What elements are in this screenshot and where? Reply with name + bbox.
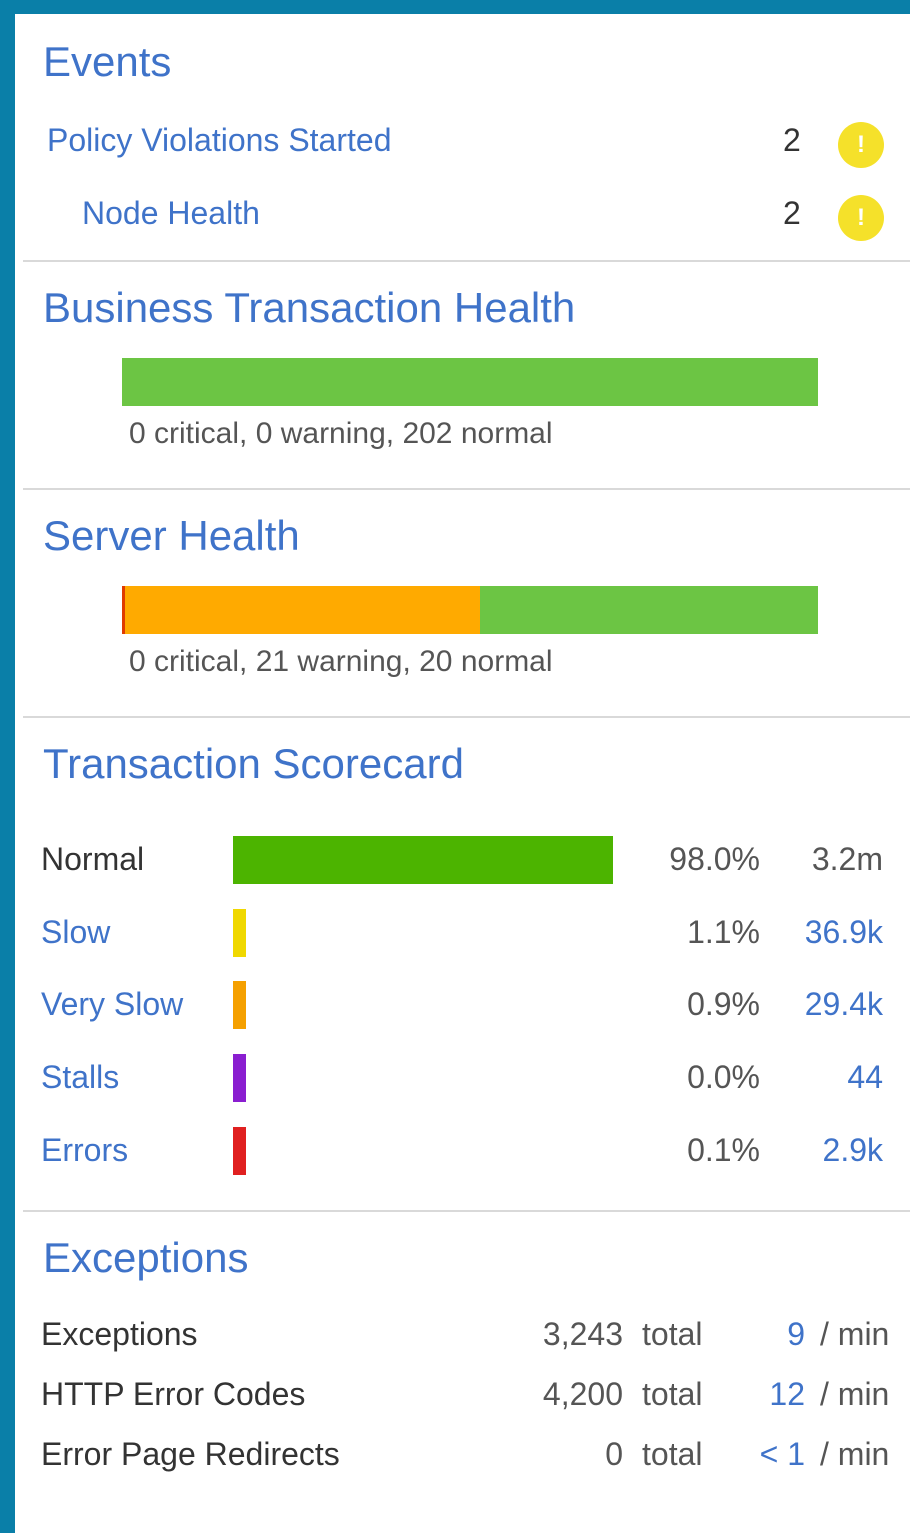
- scorecard-percent-errors: 0.1%: [687, 1132, 760, 1168]
- server-health-title[interactable]: Server Health: [43, 512, 300, 560]
- exceptions-label-error-page-redirects: Error Page Redirects: [41, 1436, 340, 1472]
- event-item-node-health[interactable]: Node Health: [82, 195, 260, 232]
- exceptions-total-word: total: [642, 1316, 703, 1352]
- scorecard-bar-very-slow: [233, 981, 246, 1029]
- bt-health-bar[interactable]: [122, 358, 818, 406]
- scorecard-bar-normal: [233, 836, 613, 884]
- scorecard-count-slow[interactable]: 36.9k: [805, 914, 883, 951]
- scorecard-count-normal: 3.2m: [811, 841, 883, 877]
- scorecard-title[interactable]: Transaction Scorecard: [43, 740, 464, 788]
- exceptions-label-exceptions: Exceptions: [41, 1316, 198, 1352]
- scorecard-label-errors[interactable]: Errors: [41, 1132, 128, 1169]
- exceptions-per-min: / min: [820, 1376, 890, 1412]
- exceptions-label-http-error-codes: HTTP Error Codes: [41, 1376, 306, 1412]
- scorecard-percent-normal: 98.0%: [669, 841, 760, 877]
- server-health-normal-segment: [479, 586, 818, 634]
- scorecard-percent-very-slow: 0.9%: [687, 986, 760, 1022]
- exceptions-title[interactable]: Exceptions: [43, 1234, 248, 1282]
- divider: [23, 488, 910, 490]
- event-count-policy-violations: 2: [783, 122, 801, 158]
- scorecard-count-very-slow[interactable]: 29.4k: [805, 986, 883, 1023]
- scorecard-label-stalls[interactable]: Stalls: [41, 1059, 119, 1096]
- scorecard-bar-slow: [233, 909, 246, 957]
- scorecard-label-slow[interactable]: Slow: [41, 914, 110, 951]
- server-health-bar[interactable]: [122, 586, 818, 634]
- divider: [23, 260, 910, 262]
- divider: [23, 1210, 910, 1212]
- scorecard-bar-errors: [233, 1127, 246, 1175]
- events-title[interactable]: Events: [43, 38, 171, 86]
- bt-health-normal-segment: [122, 358, 818, 406]
- exceptions-per-min: / min: [820, 1436, 890, 1472]
- bt-health-title[interactable]: Business Transaction Health: [43, 284, 575, 332]
- server-health-summary: 0 critical, 21 warning, 20 normal: [129, 645, 553, 678]
- exceptions-total-exceptions: 3,243: [542, 1316, 623, 1352]
- exceptions-total-error-page-redirects: 0: [605, 1436, 623, 1472]
- exceptions-rate-http-error-codes[interactable]: 12: [769, 1376, 805, 1413]
- exceptions-rate-exceptions[interactable]: 9: [787, 1316, 805, 1353]
- exceptions-total-word: total: [642, 1376, 703, 1412]
- event-count-node-health: 2: [783, 195, 801, 231]
- server-health-warning-segment: [125, 586, 480, 634]
- bt-health-summary: 0 critical, 0 warning, 202 normal: [129, 417, 553, 450]
- scorecard-percent-stalls: 0.0%: [687, 1059, 760, 1095]
- dashboard-panel: Events Policy Violations Started 2 ! Nod…: [15, 14, 910, 1533]
- exceptions-per-min: / min: [820, 1316, 890, 1352]
- scorecard-label-normal: Normal: [41, 841, 145, 877]
- scorecard-count-errors[interactable]: 2.9k: [823, 1132, 883, 1169]
- scorecard-bar-stalls: [233, 1054, 246, 1102]
- event-item-policy-violations[interactable]: Policy Violations Started: [47, 122, 391, 159]
- scorecard-count-stalls[interactable]: 44: [847, 1059, 883, 1096]
- exceptions-rate-error-page-redirects[interactable]: < 1: [760, 1436, 805, 1473]
- scorecard-label-very-slow[interactable]: Very Slow: [41, 986, 183, 1023]
- warning-icon: !: [838, 195, 884, 241]
- exceptions-total-http-error-codes: 4,200: [542, 1376, 623, 1412]
- exceptions-total-word: total: [642, 1436, 703, 1472]
- scorecard-percent-slow: 1.1%: [687, 914, 760, 950]
- warning-icon: !: [838, 122, 884, 168]
- divider: [23, 716, 910, 718]
